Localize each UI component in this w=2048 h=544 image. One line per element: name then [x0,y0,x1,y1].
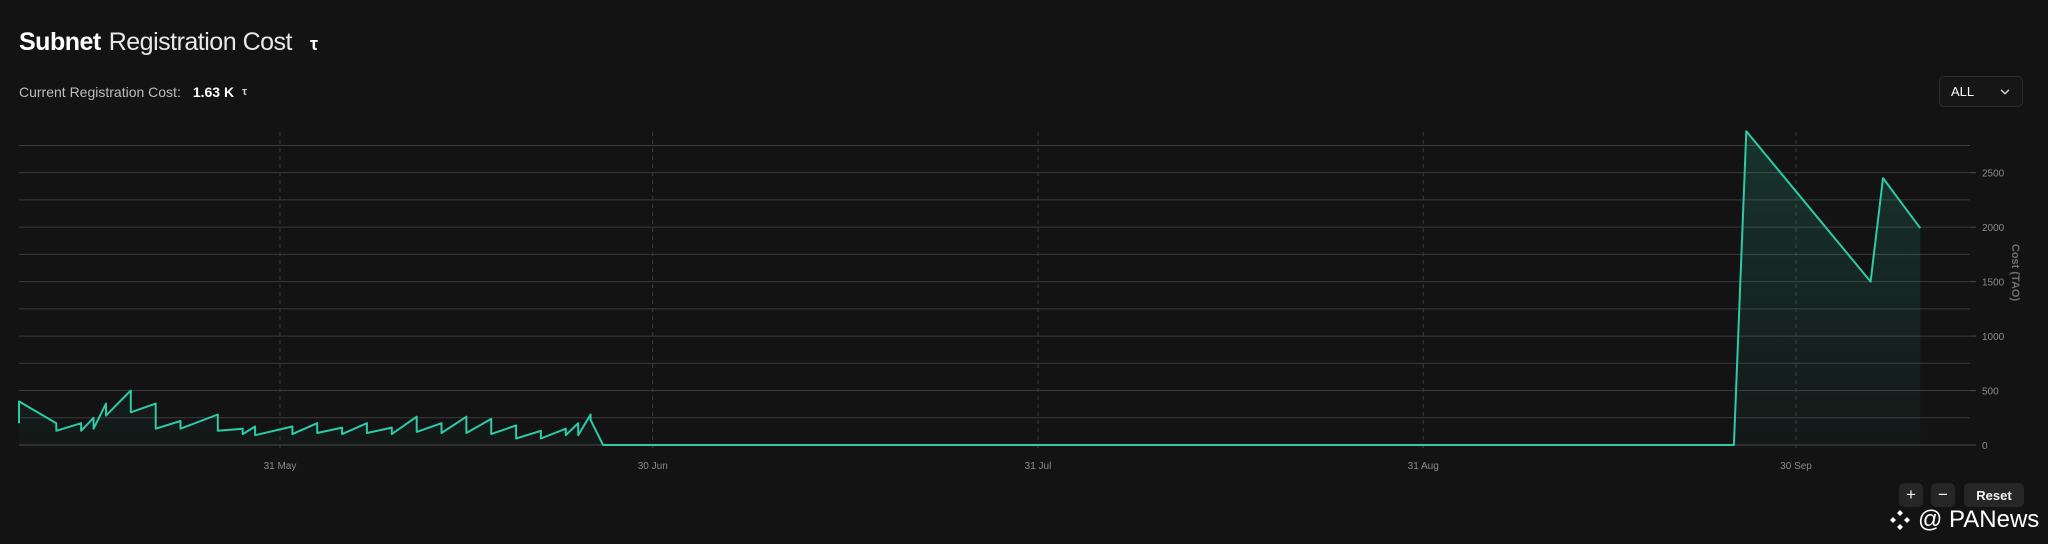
y-tick-label: 500 [1982,387,1999,398]
y-tick-label: 0 [1982,441,1988,452]
registration-cost-chart: 31 May 30 Jun 31 Jul 31 Aug 30 Sep 0 500 1000 15… [18,130,2021,472]
y-tick-label: 2000 [1982,223,2005,234]
y-tick-label: 2500 [1982,169,2005,180]
x-tick-label: 31 May [264,461,297,472]
panews-logo-icon [1890,510,1910,530]
zoom-out-button[interactable]: − [1931,483,1955,507]
x-tick-label: 30 Sep [1780,461,1812,472]
y-axis-label: Cost (TAO) [2009,244,2021,302]
series-area [19,131,1921,446]
x-tick-label: 31 Jul [1025,461,1052,472]
x-tick-label: 31 Aug [1408,461,1439,472]
watermark: @ PANews [1888,506,2039,534]
y-tick-label: 1000 [1982,332,2005,343]
series-line [18,130,1922,446]
zoom-in-button[interactable]: + [1899,483,1923,507]
x-tick-label: 30 Jun [638,461,668,472]
watermark-text: @ PANews [1918,506,2040,533]
y-tick-label: 1500 [1982,278,2005,289]
reset-zoom-button[interactable]: Reset [1964,483,2024,507]
